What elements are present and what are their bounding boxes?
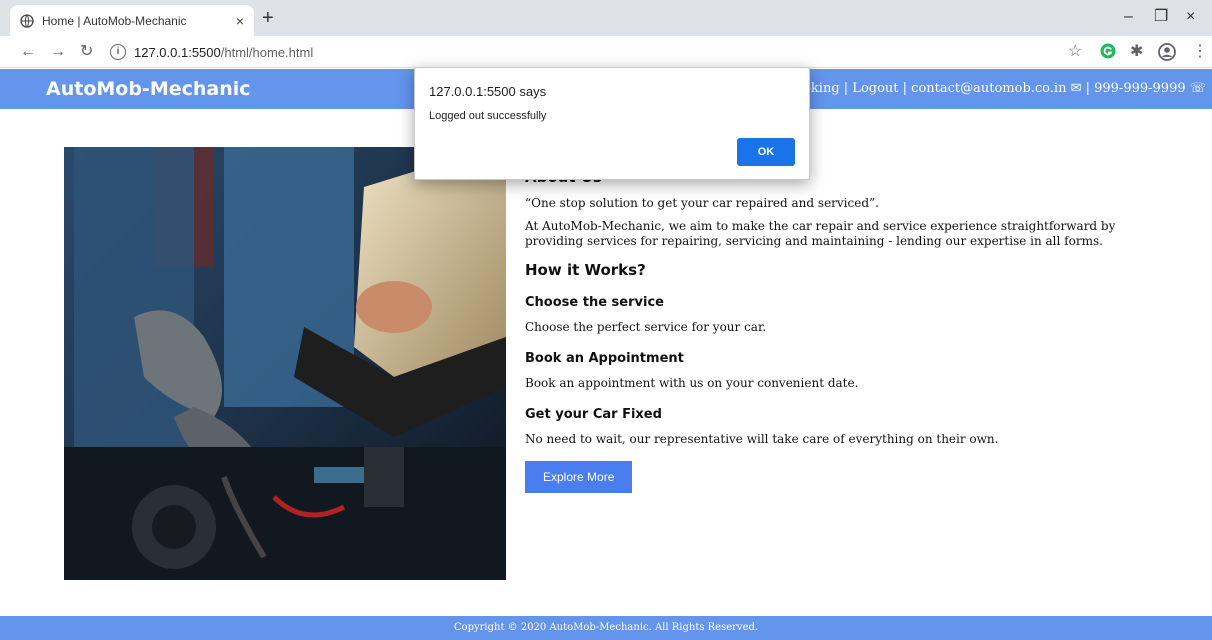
url-host: 127.0.0.1:5500	[134, 44, 221, 60]
tagline: “One stop solution to get your car repai…	[525, 196, 879, 210]
step-text: Choose the perfect service for your car.	[525, 320, 767, 334]
step-text: Book an appointment with us on your conv…	[525, 376, 859, 390]
mechanic-hero-image	[64, 147, 506, 580]
tab-title: Home | AutoMob-Mechanic	[42, 13, 187, 28]
close-window-icon[interactable]: ×	[1186, 8, 1195, 26]
about-text: At AutoMob-Mechanic, we aim to make the …	[525, 219, 1116, 248]
dialog-origin: 127.0.0.1:5500 says	[429, 84, 547, 99]
browser-toolbar: ← → ↻ i 127.0.0.1:5500/html/home.html ☆ …	[0, 36, 1212, 68]
about-content: About Us “One stop solution to get your …	[525, 168, 1165, 493]
reload-icon[interactable]: ↻	[80, 42, 93, 62]
extensions-puzzle-icon[interactable]: ✱	[1130, 43, 1143, 61]
globe-icon	[20, 13, 34, 28]
brand-logo-text[interactable]: AutoMob-Mechanic	[46, 78, 251, 100]
step-title: Choose the service	[525, 295, 664, 310]
bookmark-star-icon[interactable]: ☆	[1068, 43, 1082, 61]
dialog-ok-button[interactable]: OK	[737, 138, 795, 166]
how-it-works-heading: How it Works?	[525, 261, 646, 279]
minimize-icon[interactable]: –	[1124, 8, 1133, 26]
step-title: Book an Appointment	[525, 351, 684, 366]
back-icon[interactable]: ←	[20, 42, 36, 62]
address-bar[interactable]: i 127.0.0.1:5500/html/home.html	[110, 40, 1060, 64]
new-tab-icon[interactable]: +	[262, 7, 274, 29]
header-nav-links[interactable]: es | Booking | Logout | contact@automob.…	[759, 81, 1206, 96]
browser-tab[interactable]: Home | AutoMob-Mechanic ×	[10, 5, 254, 36]
step-title: Get your Car Fixed	[525, 407, 662, 422]
browser-tab-strip: Home | AutoMob-Mechanic × + – ❐ ×	[0, 0, 1212, 36]
tab-close-icon[interactable]: ×	[236, 13, 244, 29]
forward-icon[interactable]: →	[50, 42, 66, 62]
extension-g-icon[interactable]	[1100, 43, 1116, 64]
menu-dots-icon[interactable]: ⋮	[1192, 43, 1208, 61]
info-icon[interactable]: i	[110, 44, 126, 60]
site-footer: Copyright © 2020 AutoMob-Mechanic. All R…	[0, 616, 1212, 640]
copyright-text: Copyright © 2020 AutoMob-Mechanic. All R…	[453, 622, 759, 633]
profile-avatar-icon[interactable]	[1158, 43, 1176, 66]
restore-icon[interactable]: ❐	[1154, 8, 1168, 26]
url-path: /html/home.html	[220, 44, 314, 60]
explore-more-button[interactable]: Explore More	[525, 461, 633, 493]
step-text: No need to wait, our representative will…	[525, 432, 999, 446]
dialog-message: Logged out successfully	[429, 110, 547, 122]
alert-dialog: 127.0.0.1:5500 says Logged out successfu…	[414, 67, 810, 180]
